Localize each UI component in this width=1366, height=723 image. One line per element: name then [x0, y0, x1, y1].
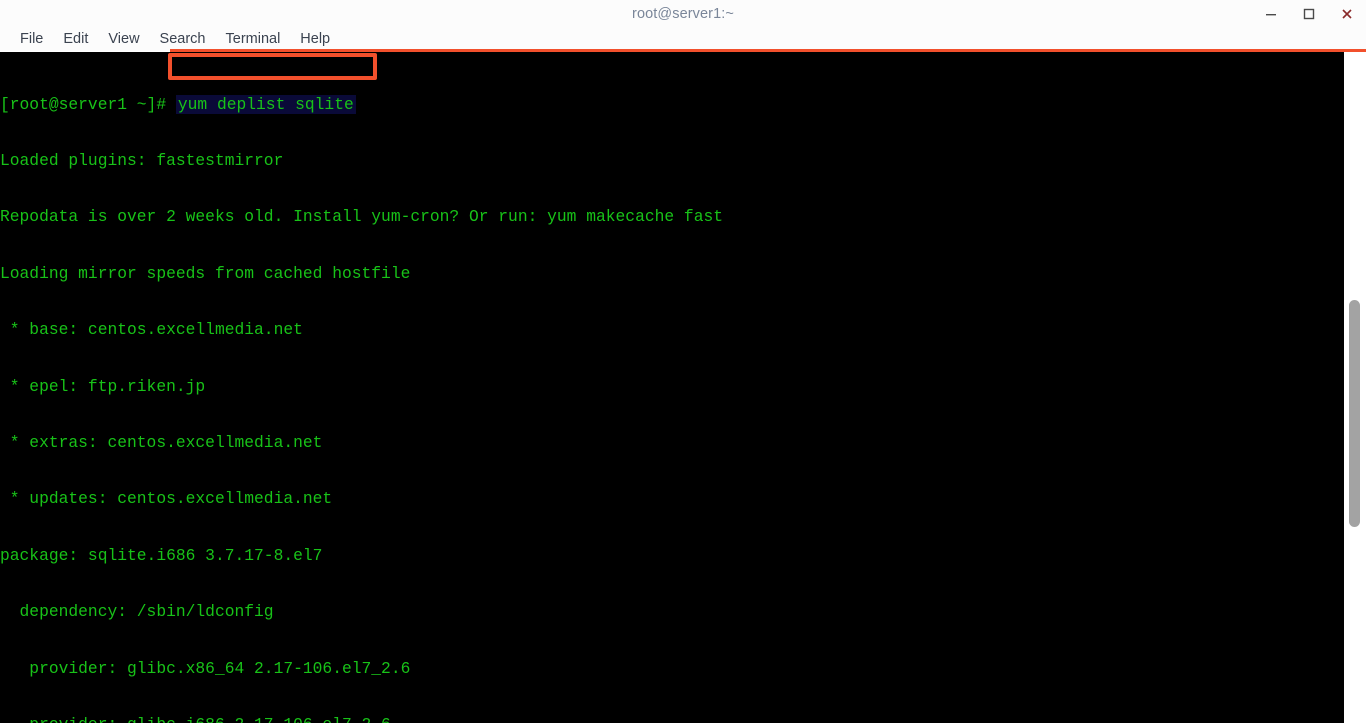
- terminal-scrollbar[interactable]: [1344, 52, 1366, 723]
- terminal-prompt-line: [root@server1 ~]# yum deplist sqlite: [0, 94, 1344, 115]
- menu-item-file[interactable]: File: [10, 27, 53, 51]
- menu-item-edit[interactable]: Edit: [53, 27, 98, 51]
- menu-item-help[interactable]: Help: [290, 27, 340, 51]
- window-title: root@server1:~: [632, 5, 734, 22]
- terminal-line: * base: centos.excellmedia.net: [0, 320, 303, 340]
- terminal-line: * extras: centos.excellmedia.net: [0, 432, 323, 452]
- shell-prompt: [root@server1 ~]#: [0, 94, 176, 114]
- close-button[interactable]: [1328, 0, 1366, 27]
- terminal-line: Repodata is over 2 weeks old. Install yu…: [0, 207, 724, 227]
- typed-command: yum deplist sqlite: [175, 94, 356, 114]
- terminal-line: package: sqlite.i686 3.7.17-8.el7: [0, 545, 323, 565]
- terminal-output-area[interactable]: [root@server1 ~]# yum deplist sqlite Loa…: [0, 52, 1344, 723]
- minimize-icon: [1266, 13, 1276, 15]
- menu-item-terminal[interactable]: Terminal: [216, 27, 291, 51]
- terminal-line: provider: glibc.i686 2.17-106.el7_2.6: [0, 715, 1344, 723]
- maximize-icon: [1303, 8, 1315, 19]
- terminal-line: * epel: ftp.riken.jp: [0, 376, 206, 396]
- menu-item-search[interactable]: Search: [150, 27, 216, 51]
- terminal-line: * updates: centos.excellmedia.net: [0, 489, 333, 509]
- terminal-line: provider: glibc.x86_64 2.17-106.el7_2.6: [0, 658, 411, 678]
- terminal-line: Loaded plugins: fastestmirror: [0, 150, 284, 170]
- terminal-line: dependency: /sbin/ldconfig: [0, 602, 274, 622]
- menu-item-view[interactable]: View: [98, 27, 149, 51]
- close-icon: [1342, 8, 1352, 19]
- scrollbar-thumb[interactable]: [1349, 300, 1360, 527]
- terminal-text: [root@server1 ~]# yum deplist sqlite Loa…: [0, 58, 1344, 723]
- maximize-button[interactable]: [1290, 0, 1328, 27]
- window-titlebar: root@server1:~: [0, 0, 1366, 27]
- minimize-button[interactable]: [1252, 0, 1290, 27]
- terminal-line: Loading mirror speeds from cached hostfi…: [0, 263, 411, 283]
- window-controls: [1252, 0, 1366, 27]
- terminal-window: root@server1:~ File Edit View Search Ter…: [0, 0, 1366, 723]
- menu-bar: File Edit View Search Terminal Help: [0, 27, 1366, 51]
